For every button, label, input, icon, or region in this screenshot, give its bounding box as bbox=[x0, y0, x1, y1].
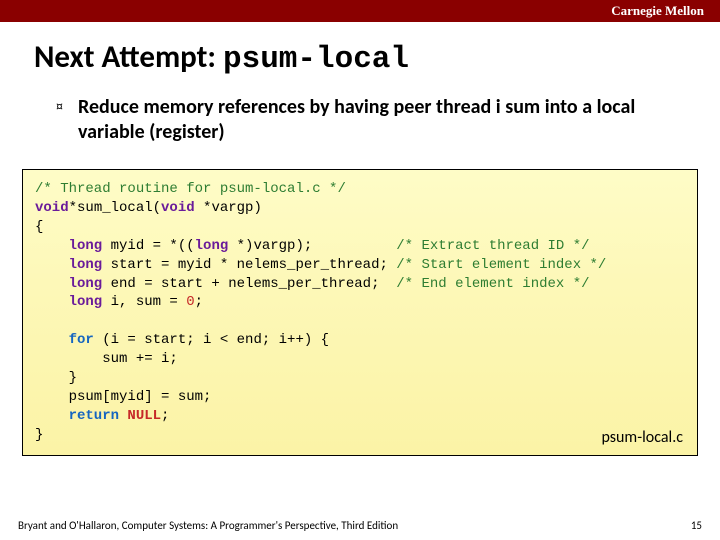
code-tok: void bbox=[35, 200, 69, 216]
brand-bar: Carnegie Mellon bbox=[0, 0, 720, 22]
footer-citation: Bryant and O'Hallaron, Computer Systems:… bbox=[18, 519, 398, 532]
code-tok: *)vargp); bbox=[228, 238, 396, 254]
slide-title: Next Attempt: psum-local bbox=[0, 22, 720, 87]
code-tok: /* Start element index */ bbox=[396, 257, 606, 273]
code-box: /* Thread routine for psum-local.c */ vo… bbox=[22, 169, 698, 455]
code-line: psum[myid] = sum; bbox=[35, 389, 211, 405]
code-tok: start = myid * nelems_per_thread; bbox=[102, 257, 396, 273]
brand-text: Carnegie Mellon bbox=[611, 3, 704, 18]
code-line: sum += i; bbox=[35, 351, 186, 367]
footer: Bryant and O'Hallaron, Computer Systems:… bbox=[0, 519, 720, 532]
code-filename: psum-local.c bbox=[601, 428, 683, 447]
code-tok: NULL bbox=[119, 408, 161, 424]
code-line: } bbox=[35, 370, 85, 386]
code-tok: i, sum = bbox=[102, 294, 186, 310]
title-prefix: Next Attempt: bbox=[34, 38, 223, 76]
code-tok: 0 bbox=[186, 294, 194, 310]
code-tok: void bbox=[161, 200, 195, 216]
code-tok: myid = *(( bbox=[102, 238, 194, 254]
code-tok: return bbox=[35, 408, 119, 424]
code-tok: *sum_local( bbox=[69, 200, 161, 216]
code-tok: ; bbox=[161, 408, 178, 424]
bullet-icon: ¤ bbox=[56, 95, 78, 145]
page-number: 15 bbox=[691, 519, 702, 532]
bullet-list: ¤ Reduce memory references by having pee… bbox=[0, 87, 720, 145]
code-tok: long bbox=[35, 294, 102, 310]
code-line: } bbox=[35, 427, 52, 443]
slide: Carnegie Mellon Next Attempt: psum-local… bbox=[0, 0, 720, 540]
code-tok: ; bbox=[195, 294, 212, 310]
code-tok: long bbox=[35, 238, 102, 254]
code-tok: (i = start; i < end; i++) { bbox=[94, 332, 338, 348]
code-tok: long bbox=[35, 276, 102, 292]
code-tok: long bbox=[195, 238, 229, 254]
bullet-text: Reduce memory references by having peer … bbox=[78, 95, 690, 145]
code-tok: /* End element index */ bbox=[396, 276, 589, 292]
code-tok: long bbox=[35, 257, 102, 273]
code-line: /* Thread routine for psum-local.c */ bbox=[35, 181, 346, 197]
code-line: { bbox=[35, 219, 52, 235]
code-line bbox=[35, 313, 43, 329]
code-tok: *vargp) bbox=[195, 200, 271, 216]
code-tok: for bbox=[35, 332, 94, 348]
code-tok: /* Extract thread ID */ bbox=[396, 238, 589, 254]
bullet-item: ¤ Reduce memory references by having pee… bbox=[56, 95, 690, 145]
title-code: psum-local bbox=[223, 42, 409, 77]
code-listing: /* Thread routine for psum-local.c */ vo… bbox=[35, 180, 685, 444]
code-tok: end = start + nelems_per_thread; bbox=[102, 276, 396, 292]
